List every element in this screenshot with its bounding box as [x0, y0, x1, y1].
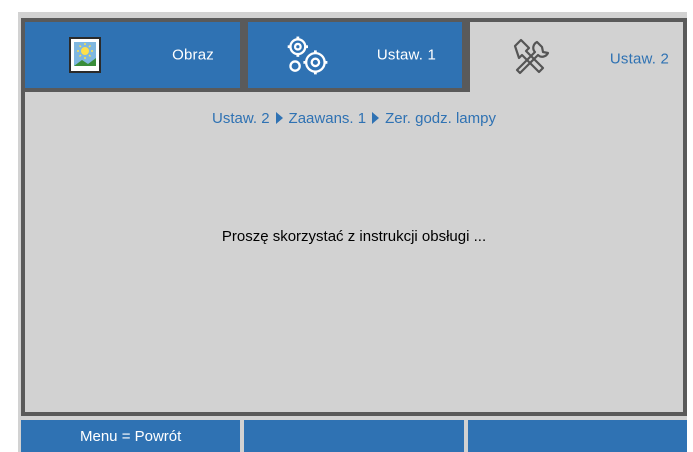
- tab-ustaw2-label: Ustaw. 2: [609, 50, 669, 68]
- osd-menu: Obraz Ustaw. 1 Ustaw. 2 Ustaw. 2 Zaawans…: [18, 12, 687, 452]
- tab-obraz[interactable]: Obraz: [21, 18, 244, 92]
- breadcrumb-arrow-icon: [372, 112, 380, 124]
- info-message: Proszę skorzystać z instrukcji obsługi .…: [221, 228, 487, 245]
- breadcrumb-item-zaawans1: Zaawans. 1: [288, 110, 367, 127]
- tools-icon: [506, 35, 554, 83]
- footer-menu-back[interactable]: Menu = Powrót: [21, 420, 241, 452]
- footer-cell-empty: [244, 420, 464, 452]
- tab-ustaw1-label: Ustaw. 1: [376, 46, 436, 64]
- breadcrumb: Ustaw. 2 Zaawans. 1 Zer. godz. lampy: [25, 110, 683, 127]
- gears-icon: [284, 31, 332, 79]
- tab-obraz-label: Obraz: [172, 46, 214, 64]
- tab-ustaw1[interactable]: Ustaw. 1: [244, 18, 466, 92]
- picture-icon: [61, 31, 109, 79]
- footer-cell-empty: [467, 420, 687, 452]
- breadcrumb-item-lamp-reset: Zer. godz. lampy: [385, 110, 496, 127]
- footer-bar: Menu = Powrót: [21, 420, 687, 452]
- breadcrumb-item-ustaw2: Ustaw. 2: [212, 110, 270, 127]
- breadcrumb-arrow-icon: [275, 112, 283, 124]
- content-panel: Ustaw. 2 Zaawans. 1 Zer. godz. lampy Prosz…: [21, 92, 687, 416]
